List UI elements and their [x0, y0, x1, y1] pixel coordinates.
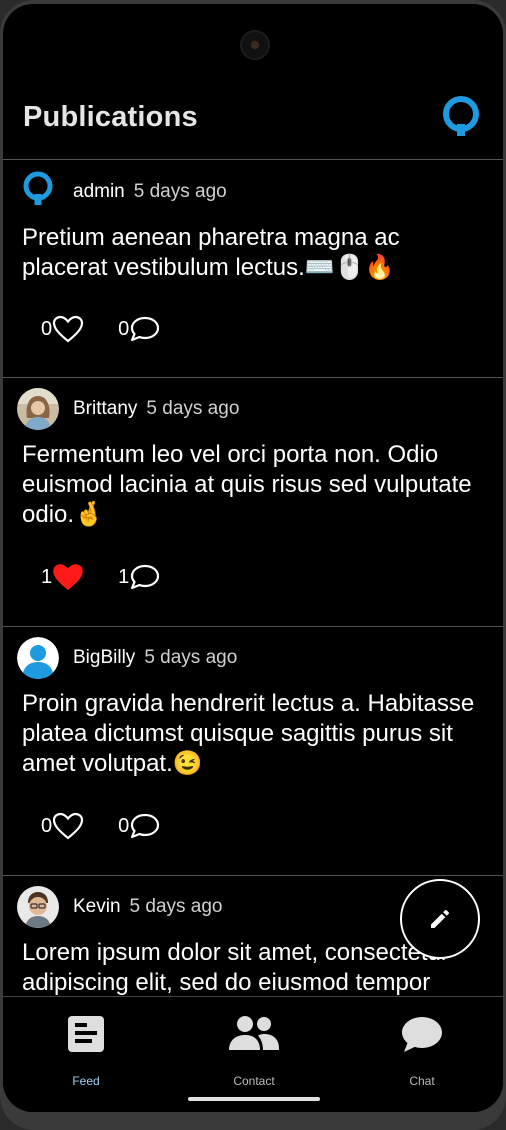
post-author[interactable]: Kevin: [73, 896, 121, 918]
avatar-photo: [17, 388, 59, 430]
post-card: BigBilly 5 days ago Proin gravida hendre…: [3, 627, 503, 876]
like-button[interactable]: 1: [41, 563, 84, 591]
comment-count: 0: [118, 317, 130, 340]
nav-label-feed: Feed: [72, 1074, 100, 1088]
post-body: Pretium aenean pharetra magna ac placera…: [22, 224, 400, 281]
home-indicator[interactable]: [188, 1097, 320, 1101]
post-header: BigBilly 5 days ago: [17, 637, 237, 679]
post-header: Brittany 5 days ago: [17, 388, 239, 430]
like-button[interactable]: 0: [41, 315, 84, 343]
post-timestamp: 5 days ago: [146, 398, 240, 419]
top-app-bar: Publications: [3, 84, 503, 160]
heart-filled-icon: [53, 564, 83, 590]
post-timestamp: 5 days ago: [144, 647, 238, 668]
post-body: Fermentum leo vel orci porta non. Odio e…: [22, 441, 472, 528]
post-actions: 1 1: [41, 563, 161, 591]
comment-button[interactable]: 0: [118, 812, 161, 840]
post-timestamp: 5 days ago: [129, 896, 223, 917]
post-author[interactable]: BigBilly: [73, 647, 135, 669]
like-button[interactable]: 0: [41, 812, 84, 840]
page-title: Publications: [23, 101, 198, 133]
feed-icon: [68, 1016, 104, 1052]
comment-button[interactable]: 0: [118, 315, 161, 343]
kevin-photo-avatar[interactable]: [17, 886, 59, 928]
front-camera: [240, 30, 270, 60]
like-count: 0: [41, 814, 53, 837]
brittany-photo-avatar[interactable]: [17, 388, 59, 430]
post-card: Brittany 5 days ago Fermentum leo vel or…: [3, 378, 503, 627]
comment-count: 1: [118, 565, 130, 588]
post-card: admin 5 days ago Pretium aenean pharetra…: [3, 161, 503, 378]
post-author[interactable]: Brittany: [73, 398, 137, 420]
bottom-navigation: Feed Contact Chat: [3, 996, 503, 1112]
publication-feed[interactable]: admin 5 days ago Pretium aenean pharetra…: [3, 161, 503, 996]
post-body: Proin gravida hendrerit lectus a. Habita…: [22, 690, 475, 777]
profile-avatar-button[interactable]: [441, 96, 481, 136]
comment-button[interactable]: 1: [118, 563, 161, 591]
nav-label-contact: Contact: [233, 1074, 275, 1088]
new-post-button[interactable]: [400, 879, 480, 959]
default-user-icon: [17, 637, 59, 679]
nav-item-feed[interactable]: Feed: [26, 1011, 146, 1091]
nav-item-contact[interactable]: Contact: [194, 1011, 314, 1091]
post-actions: 0 0: [41, 315, 161, 343]
user-logo-icon: [23, 171, 53, 205]
like-count: 0: [41, 317, 53, 340]
post-timestamp: 5 days ago: [133, 181, 227, 202]
post-header: admin 5 days ago: [17, 171, 227, 213]
comment-bubble-icon: [131, 316, 160, 342]
post-actions: 0 0: [41, 812, 161, 840]
phone-frame: Publications admin 5 days ago Pretium ae…: [0, 0, 506, 1130]
post-header: Kevin 5 days ago: [17, 886, 223, 928]
post-author[interactable]: admin: [73, 181, 125, 203]
pencil-icon: [431, 910, 449, 928]
comment-count: 0: [118, 814, 130, 837]
nav-item-chat[interactable]: Chat: [362, 1011, 482, 1091]
admin-logo-avatar[interactable]: [17, 171, 59, 213]
heart-outline-icon: [53, 812, 84, 840]
comment-bubble-icon: [131, 564, 160, 590]
contacts-icon: [229, 1016, 279, 1050]
avatar-photo: [17, 886, 59, 928]
chat-bubble-icon: [402, 1017, 442, 1052]
heart-outline-icon: [53, 315, 84, 343]
default-user-avatar[interactable]: [17, 637, 59, 679]
app-screen: Publications admin 5 days ago Pretium ae…: [3, 4, 503, 1112]
nav-label-chat: Chat: [409, 1074, 435, 1088]
comment-bubble-icon: [131, 813, 160, 839]
like-count: 1: [41, 565, 53, 588]
user-logo-icon: [443, 96, 479, 136]
